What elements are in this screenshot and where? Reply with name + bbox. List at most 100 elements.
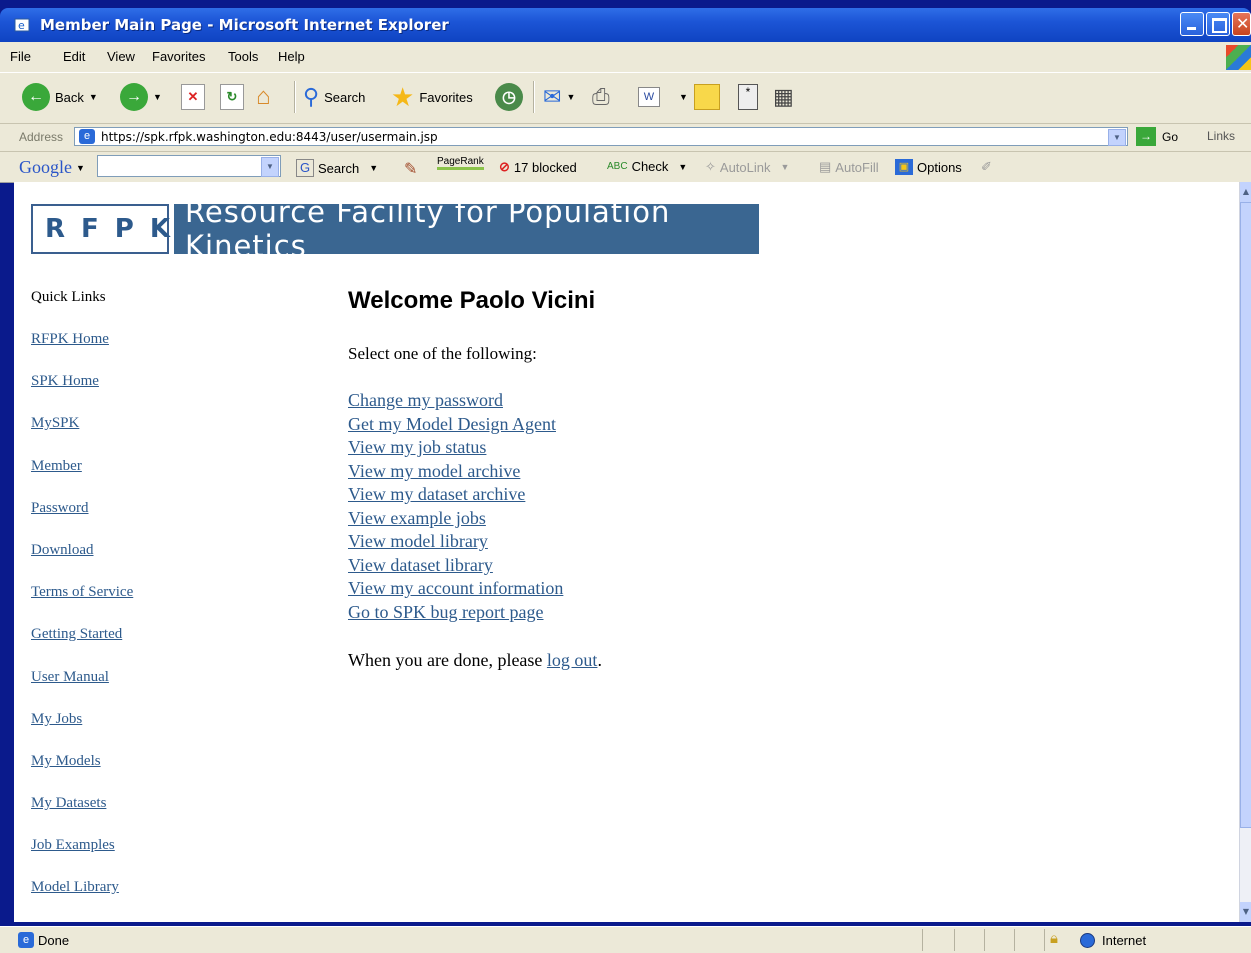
job-status-link[interactable]: View my job status xyxy=(348,437,486,458)
scroll-down-button[interactable]: ▼ xyxy=(1240,902,1251,922)
security-zone-label: Internet xyxy=(1102,933,1147,948)
spell-check-button[interactable]: ABC Check ▼ xyxy=(607,159,687,174)
messenger-button[interactable]: * xyxy=(738,81,758,113)
address-bar: Address e https://spk.rfpk.washington.ed… xyxy=(0,124,1251,152)
example-jobs-link[interactable]: View example jobs xyxy=(348,508,486,529)
highlight-button[interactable]: ✐ xyxy=(981,159,992,175)
scroll-thumb[interactable] xyxy=(1240,202,1251,828)
model-library-link[interactable]: View model library xyxy=(348,531,488,552)
address-input[interactable]: e https://spk.rfpk.washington.edu:8443/u… xyxy=(74,127,1128,146)
status-divider xyxy=(954,929,955,951)
news-button[interactable]: ✎ xyxy=(404,159,417,179)
back-button[interactable]: ← Back ▼ xyxy=(22,81,98,113)
logout-sentence: When you are done, please log out. xyxy=(348,650,602,671)
chevron-down-icon: ▼ xyxy=(76,162,85,173)
address-dropdown-button[interactable]: ▼ xyxy=(1108,129,1126,146)
refresh-button[interactable]: ↻ xyxy=(220,81,244,113)
messenger-icon: * xyxy=(738,84,758,110)
model-design-agent-link[interactable]: Get my Model Design Agent xyxy=(348,414,556,435)
options-button[interactable]: ▣ Options xyxy=(895,159,962,175)
google-menu-button[interactable]: Google ▼ xyxy=(19,157,85,178)
quick-link-myspk[interactable]: MySPK xyxy=(31,415,79,432)
quick-link-my-models[interactable]: My Models xyxy=(31,753,101,770)
google-search-input[interactable]: ▼ xyxy=(97,155,281,177)
search-icon: ⚲ xyxy=(303,84,320,109)
go-button[interactable]: → Go xyxy=(1136,127,1178,146)
status-text: Done xyxy=(38,933,70,948)
quick-link-password[interactable]: Password xyxy=(31,500,89,517)
quick-link-download[interactable]: Download xyxy=(31,542,94,559)
quick-link-model-library[interactable]: Model Library xyxy=(31,879,119,896)
print-button[interactable]: ⎙ xyxy=(592,81,610,113)
edit-button[interactable]: W ▼ xyxy=(638,81,688,113)
bug-report-link[interactable]: Go to SPK bug report page xyxy=(348,602,543,623)
mail-button[interactable]: ✉ ▼ xyxy=(543,81,575,113)
quick-link-spk-home[interactable]: SPK Home xyxy=(31,373,99,390)
pagerank-indicator[interactable]: PageRank xyxy=(437,156,484,170)
research-button[interactable]: ▦ xyxy=(773,81,794,113)
quick-link-my-datasets[interactable]: My Datasets xyxy=(31,795,106,812)
model-archive-link[interactable]: View my model archive xyxy=(348,461,520,482)
back-label: Back xyxy=(55,89,84,105)
links-button[interactable]: Links xyxy=(1207,129,1235,143)
quick-link-rfpk-home[interactable]: RFPK Home xyxy=(31,331,109,348)
toolbar-divider xyxy=(533,81,535,113)
rfpk-banner: RFPK Resource Facility for Population Ki… xyxy=(31,195,759,263)
logout-link[interactable]: log out xyxy=(547,650,598,670)
forward-arrow-icon: → xyxy=(120,83,148,111)
address-url: https://spk.rfpk.washington.edu:8443/use… xyxy=(101,130,438,144)
google-search-label: Search xyxy=(318,160,360,176)
forward-button[interactable]: → ▼ xyxy=(120,81,162,113)
google-toolbar: Google ▼ ▼ G Search ▼ ✎ PageRank ⊘ 17 bl… xyxy=(0,152,1251,183)
account-information-link[interactable]: View my account information xyxy=(348,578,563,599)
status-divider xyxy=(1044,929,1045,951)
quick-link-getting-started[interactable]: Getting Started xyxy=(31,626,122,643)
quick-link-user-manual[interactable]: User Manual xyxy=(31,669,109,686)
status-divider xyxy=(1014,929,1015,951)
menu-file[interactable]: File xyxy=(10,49,31,64)
change-password-link[interactable]: Change my password xyxy=(348,390,503,411)
quick-link-terms-of-service[interactable]: Terms of Service xyxy=(31,584,133,601)
quick-link-my-jobs[interactable]: My Jobs xyxy=(31,711,82,728)
google-search-button[interactable]: G Search ▼ xyxy=(296,159,378,177)
quick-link-job-examples[interactable]: Job Examples xyxy=(31,837,115,854)
google-logo: Google xyxy=(19,157,72,177)
address-label: Address xyxy=(19,130,64,144)
home-button[interactable]: ⌂ xyxy=(256,81,271,113)
quick-link-member[interactable]: Member xyxy=(31,458,82,475)
menu-tools[interactable]: Tools xyxy=(228,49,258,64)
vertical-scrollbar[interactable]: ▲ ▼ xyxy=(1239,182,1251,922)
close-button[interactable]: ✕ xyxy=(1232,12,1251,36)
search-button[interactable]: ⚲ Search xyxy=(303,81,365,113)
menu-help[interactable]: Help xyxy=(278,49,305,64)
popup-blocker-button[interactable]: ⊘ 17 blocked xyxy=(499,159,577,175)
mail-icon: ✉ xyxy=(543,84,562,109)
scroll-up-button[interactable]: ▲ xyxy=(1240,182,1251,202)
stop-button[interactable]: ✕ xyxy=(181,81,205,113)
note-button[interactable] xyxy=(694,81,720,113)
maximize-button[interactable] xyxy=(1206,12,1230,36)
favorites-button[interactable]: ★ Favorites xyxy=(391,81,473,113)
google-dropdown-button[interactable]: ▼ xyxy=(261,157,279,177)
history-button[interactable]: ◷ xyxy=(495,81,523,113)
autofill-button[interactable]: ▤ AutoFill xyxy=(819,159,879,175)
minimize-button[interactable] xyxy=(1180,12,1204,36)
svg-text:e: e xyxy=(18,19,25,32)
logout-prefix: When you are done, please xyxy=(348,650,547,670)
dataset-archive-link[interactable]: View my dataset archive xyxy=(348,484,525,505)
autofill-icon: ▤ xyxy=(819,159,832,174)
menu-view[interactable]: View xyxy=(107,49,135,64)
chevron-down-icon: ▼ xyxy=(780,162,790,172)
check-label: Check xyxy=(631,159,669,174)
menu-edit[interactable]: Edit xyxy=(63,49,85,64)
dataset-library-link[interactable]: View dataset library xyxy=(348,555,493,576)
options-label: Options xyxy=(917,159,962,175)
select-prompt: Select one of the following: xyxy=(348,344,537,363)
autolink-button[interactable]: ✧ AutoLink ▼ xyxy=(705,159,789,175)
menu-favorites[interactable]: Favorites xyxy=(152,49,205,64)
lock-icon: 🔒︎ xyxy=(1050,930,1058,947)
autolink-icon: ✧ xyxy=(705,159,716,174)
print-icon: ⎙ xyxy=(592,84,610,109)
status-divider xyxy=(922,929,923,951)
banner-title: Resource Facility for Population Kinetic… xyxy=(174,195,759,263)
